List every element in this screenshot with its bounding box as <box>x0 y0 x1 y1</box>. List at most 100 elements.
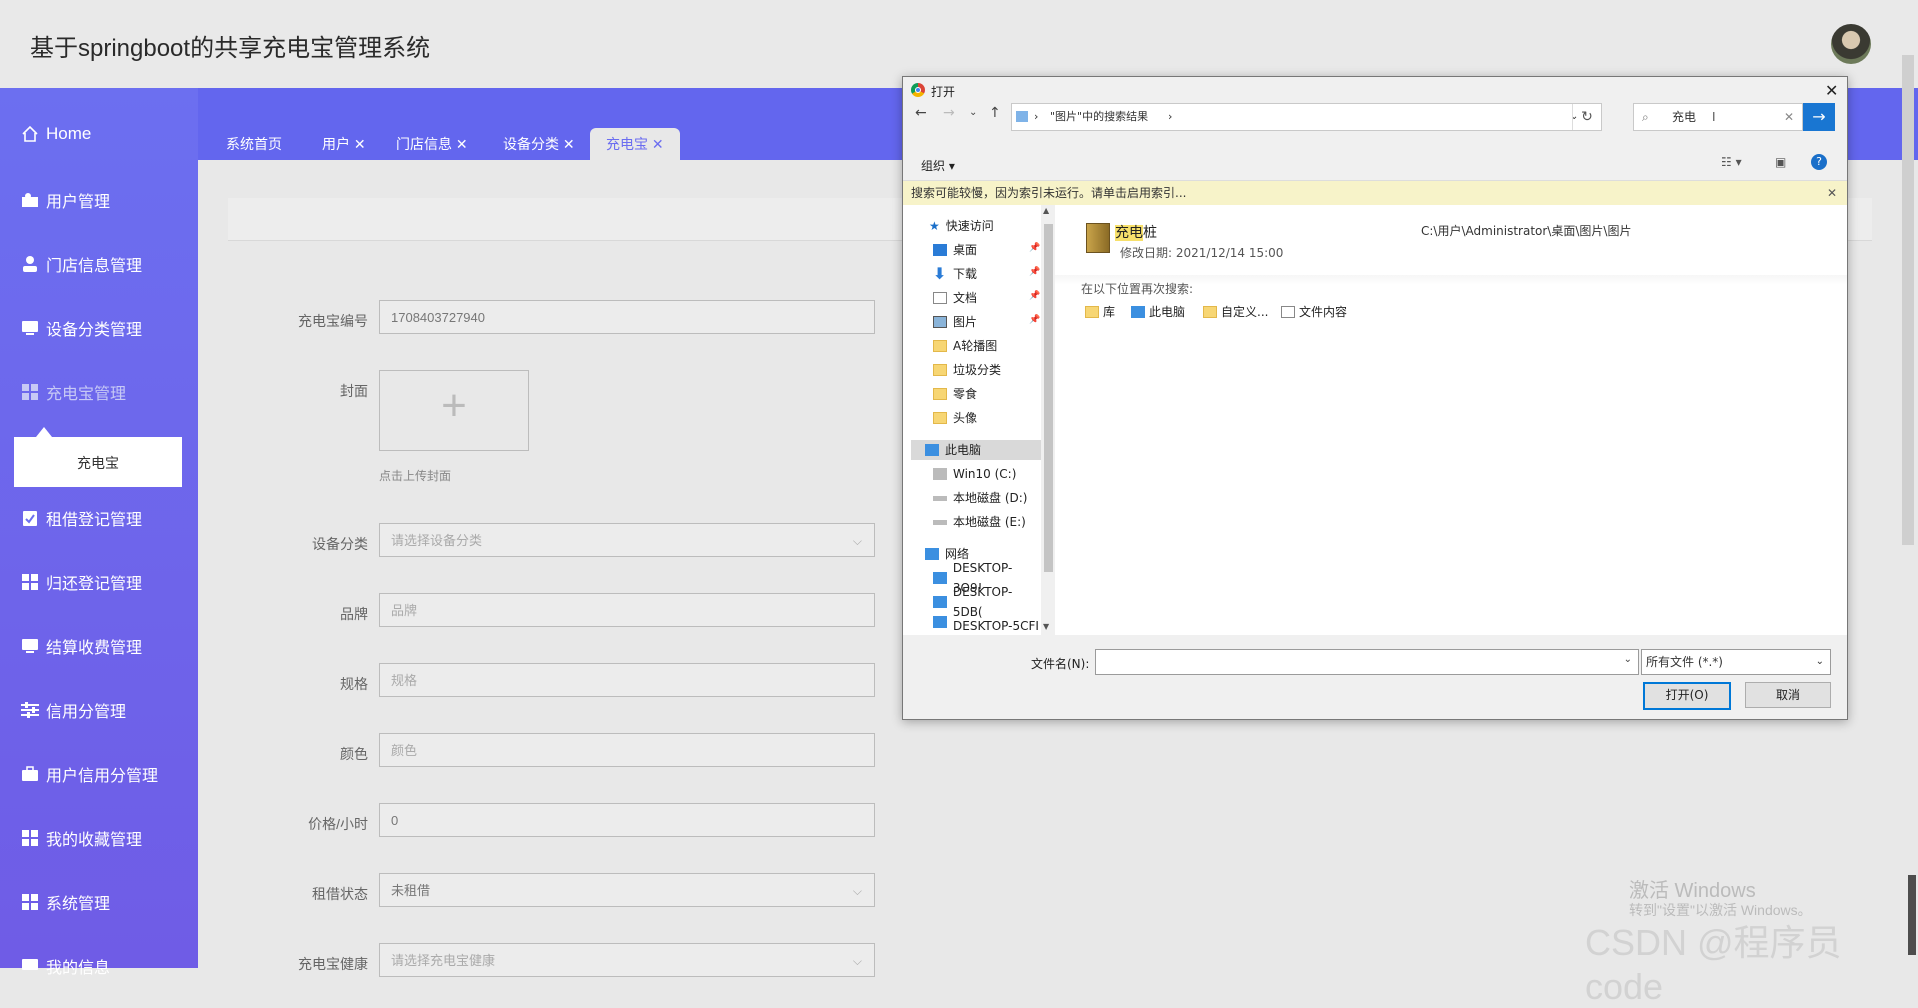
tab-stores[interactable]: 门店信息 ✕ <box>380 128 484 160</box>
tree-item-network-pc[interactable]: DESKTOP-5DB( <box>933 585 1041 619</box>
result-file-date: 修改日期: 2021/12/14 15:00 <box>1120 246 1284 260</box>
pin-icon[interactable]: 📌 <box>1029 243 1040 253</box>
sidebar-item-users[interactable]: 用户管理 <box>20 185 110 215</box>
tree-item-quick-access[interactable]: ★ 快速访问 <box>929 216 994 236</box>
help-icon[interactable]: ? <box>1811 154 1827 170</box>
category-select[interactable]: 请选择设备分类 ⌵ <box>379 523 875 557</box>
top-header: 基于springboot的共享充电宝管理系统 <box>0 0 1918 88</box>
color-input[interactable]: 颜色 <box>379 733 875 767</box>
search-again-custom[interactable]: 自定义... <box>1203 303 1268 320</box>
organize-menu[interactable]: 组织 ▾ <box>921 157 955 174</box>
search-again-this-pc[interactable]: 此电脑 <box>1131 303 1185 320</box>
tab-home[interactable]: 系统首页 <box>210 128 298 160</box>
tree-item-pictures[interactable]: 图片 <box>933 312 977 332</box>
chrome-icon <box>911 83 925 97</box>
sidebar-item-rental[interactable]: 租借登记管理 <box>20 503 142 533</box>
address-bar[interactable]: › "图片"中的搜索结果 › ⌄ ↻ <box>1011 103 1602 131</box>
cover-upload[interactable]: + <box>379 370 529 451</box>
filetype-select[interactable]: 所有文件 (*.*) ⌄ <box>1641 649 1831 675</box>
tab-users[interactable]: 用户 ✕ <box>306 128 382 160</box>
grid-icon <box>20 382 40 402</box>
tree-item-documents[interactable]: 文档 <box>933 288 977 308</box>
search-icon: ⌕ <box>1642 110 1649 124</box>
close-icon[interactable]: ✕ <box>1827 181 1837 205</box>
search-input[interactable]: ⌕ 充电 I ✕ <box>1633 103 1803 131</box>
health-select[interactable]: 请选择充电宝健康 ⌵ <box>379 943 875 977</box>
tree-item-label: 图片 <box>953 315 978 329</box>
sidebar-item-system[interactable]: 系统管理 <box>20 887 110 917</box>
scroll-up-icon[interactable]: ▲ <box>1043 206 1049 215</box>
forward-icon[interactable]: → <box>943 105 955 121</box>
recent-chevron-icon[interactable]: ⌄ <box>969 107 977 118</box>
clear-icon[interactable]: ✕ <box>1784 104 1794 130</box>
tree-item-drive-e[interactable]: 本地磁盘 (E:) <box>933 512 1026 532</box>
search-again-label: 在以下位置再次搜索: <box>1081 282 1194 296</box>
option-label: 自定义... <box>1221 305 1269 319</box>
avatar[interactable] <box>1831 24 1871 64</box>
sidebar-item-credit[interactable]: 信用分管理 <box>20 695 126 725</box>
sidebar-item-billing[interactable]: 结算收费管理 <box>20 631 142 661</box>
back-icon[interactable]: ← <box>915 105 927 121</box>
preview-pane-icon[interactable]: ▣ <box>1775 155 1786 169</box>
grid-icon <box>20 828 40 848</box>
search-again-file-contents[interactable]: 文件内容 <box>1281 303 1347 320</box>
sidebar-item-home[interactable]: Home <box>20 119 91 149</box>
up-icon[interactable]: ↑ <box>989 105 1001 121</box>
tree-item-folder[interactable]: 零食 <box>933 384 977 404</box>
search-again-library[interactable]: 库 <box>1085 303 1115 320</box>
pictures-icon <box>933 316 947 328</box>
tab-device-category[interactable]: 设备分类 ✕ <box>487 128 591 160</box>
spec-input[interactable]: 规格 <box>379 663 875 697</box>
tree-item-folder[interactable]: 头像 <box>933 408 977 428</box>
price-input[interactable]: 0 <box>379 803 875 837</box>
option-label: 库 <box>1103 305 1116 319</box>
view-icon[interactable]: ☷ ▾ <box>1721 155 1742 169</box>
sidebar-item-profile[interactable]: 我的信息 <box>20 951 110 981</box>
tree-item-drive-d[interactable]: 本地磁盘 (D:) <box>933 488 1027 508</box>
pin-icon[interactable]: 📌 <box>1029 291 1040 301</box>
tree-item-drive-c[interactable]: Win10 (C:) <box>933 464 1016 484</box>
scroll-down-icon[interactable]: ▼ <box>1043 622 1049 631</box>
tree-item-folder[interactable]: A轮播图 <box>933 336 997 356</box>
computer-icon <box>1131 305 1145 318</box>
result-file-name[interactable]: 充电桩 <box>1115 222 1157 242</box>
plus-icon: + <box>441 381 467 430</box>
tree-item-downloads[interactable]: ⬇ 下载 <box>933 264 977 284</box>
tree-item-network-pc[interactable]: DESKTOP-5CFI <box>933 616 1039 635</box>
tree-item-folder[interactable]: 垃圾分类 <box>933 360 1001 380</box>
code-input[interactable]: 1708403727940 <box>379 300 875 334</box>
open-button[interactable]: 打开(O) <box>1643 682 1731 710</box>
sidebar-item-favorites[interactable]: 我的收藏管理 <box>20 823 142 853</box>
sidebar-item-label: 门店信息管理 <box>46 258 143 275</box>
pin-icon[interactable]: 📌 <box>1029 267 1040 277</box>
sidebar-item-return[interactable]: 归还登记管理 <box>20 567 142 597</box>
tab-powerbank[interactable]: 充电宝 ✕ <box>590 128 680 160</box>
tree-item-label: A轮播图 <box>953 339 998 353</box>
sidebar-item-device-category[interactable]: 设备分类管理 <box>20 313 142 343</box>
pin-icon[interactable]: 📌 <box>1029 315 1040 325</box>
brand-input[interactable]: 品牌 <box>379 593 875 627</box>
computer-icon <box>933 616 947 628</box>
search-go-button[interactable]: → <box>1803 103 1835 131</box>
option-label: 此电脑 <box>1149 305 1186 319</box>
scrollbar-thumb[interactable] <box>1908 875 1916 955</box>
tree-item-this-pc[interactable]: 此电脑 <box>911 440 1041 460</box>
category-label: 设备分类 <box>312 536 368 552</box>
chevron-down-icon[interactable]: ⌄ <box>1624 654 1632 665</box>
refresh-icon[interactable]: ↻ <box>1572 104 1601 130</box>
tree-item-desktop[interactable]: 桌面 <box>933 240 977 260</box>
category-placeholder: 请选择设备分类 <box>391 533 483 548</box>
close-icon[interactable]: ✕ <box>1825 81 1838 100</box>
submenu-powerbank[interactable]: 充电宝 <box>14 427 182 487</box>
status-select[interactable]: 未租借 ⌵ <box>379 873 875 907</box>
sidebar-item-stores[interactable]: 门店信息管理 <box>20 249 142 279</box>
cancel-button[interactable]: 取消 <box>1745 682 1831 708</box>
page-scrollbar[interactable] <box>1902 55 1914 545</box>
chevron-down-icon: ⌵ <box>852 954 862 968</box>
sidebar-item-user-credit[interactable]: 用户信用分管理 <box>20 759 158 789</box>
filename-input[interactable]: ⌄ <box>1095 649 1639 675</box>
sidebar-item-label: 租借登记管理 <box>46 512 143 529</box>
tree-scrollbar-thumb[interactable] <box>1044 224 1053 572</box>
sidebar-item-powerbank[interactable]: 充电宝管理 <box>20 377 126 407</box>
info-bar[interactable]: 搜索可能较慢，因为索引未运行。请单击启用索引... ✕ <box>903 180 1847 206</box>
